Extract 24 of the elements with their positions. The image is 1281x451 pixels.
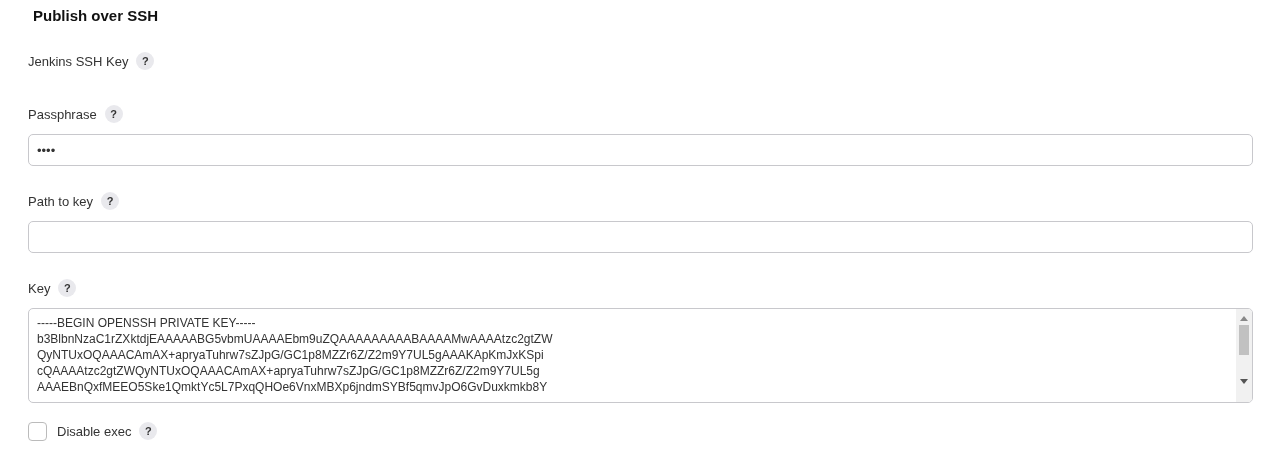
help-icon[interactable]: ? xyxy=(58,279,77,298)
field-label: Path to key xyxy=(28,192,94,211)
scroll-up-icon[interactable] xyxy=(1240,315,1248,321)
section-title: Publish over SSH xyxy=(33,6,160,26)
key-line: QyNTUxOQAAACAmAX+apryaTuhrw7sZJpG/GC1p8MZZr6Z/Z2m9Y7UL5gAAAKApKmJxKSpi xyxy=(37,347,545,363)
help-icon[interactable]: ? xyxy=(139,422,158,441)
scroll-down-icon[interactable] xyxy=(1240,379,1248,385)
help-icon[interactable]: ? xyxy=(101,192,120,211)
help-icon[interactable]: ? xyxy=(136,52,155,71)
scroll-thumb[interactable] xyxy=(1239,325,1249,355)
checkbox[interactable] xyxy=(28,421,47,441)
field-label: Passphrase xyxy=(28,105,97,124)
checkbox-label: Disable exec xyxy=(57,422,132,441)
scrollbar[interactable] xyxy=(1236,309,1252,402)
field-label: Jenkins SSH Key xyxy=(28,52,129,71)
passphrase-field[interactable]: •••• xyxy=(28,134,1253,166)
help-icon[interactable]: ? xyxy=(104,105,123,124)
key-textarea[interactable] xyxy=(28,308,1253,403)
input-field[interactable] xyxy=(28,221,1253,253)
key-line: b3BlbnNzaC1rZXktdjEAAAAABG5vbmUAAAAEbm9uZQAAAAAAAAABAAAAMwAAAAtzc2gtZW xyxy=(37,331,554,347)
key-line: cQAAAAtzc2gtZWQyNTUxOQAAACAmAX+apryaTuhrw7sZJpG/GC1p8MZZr6Z/Z2m9Y7UL5g xyxy=(37,363,541,379)
field-label: Key xyxy=(28,279,51,298)
key-line: AAAEBnQxfMEEO5Ske1QmktYc5L7PxqQHOe6VnxMBXp6jndmSYBf5qmvJpO6GvDuxkmkb8Y xyxy=(37,379,549,395)
key-line: -----BEGIN OPENSSH PRIVATE KEY----- xyxy=(37,315,257,331)
